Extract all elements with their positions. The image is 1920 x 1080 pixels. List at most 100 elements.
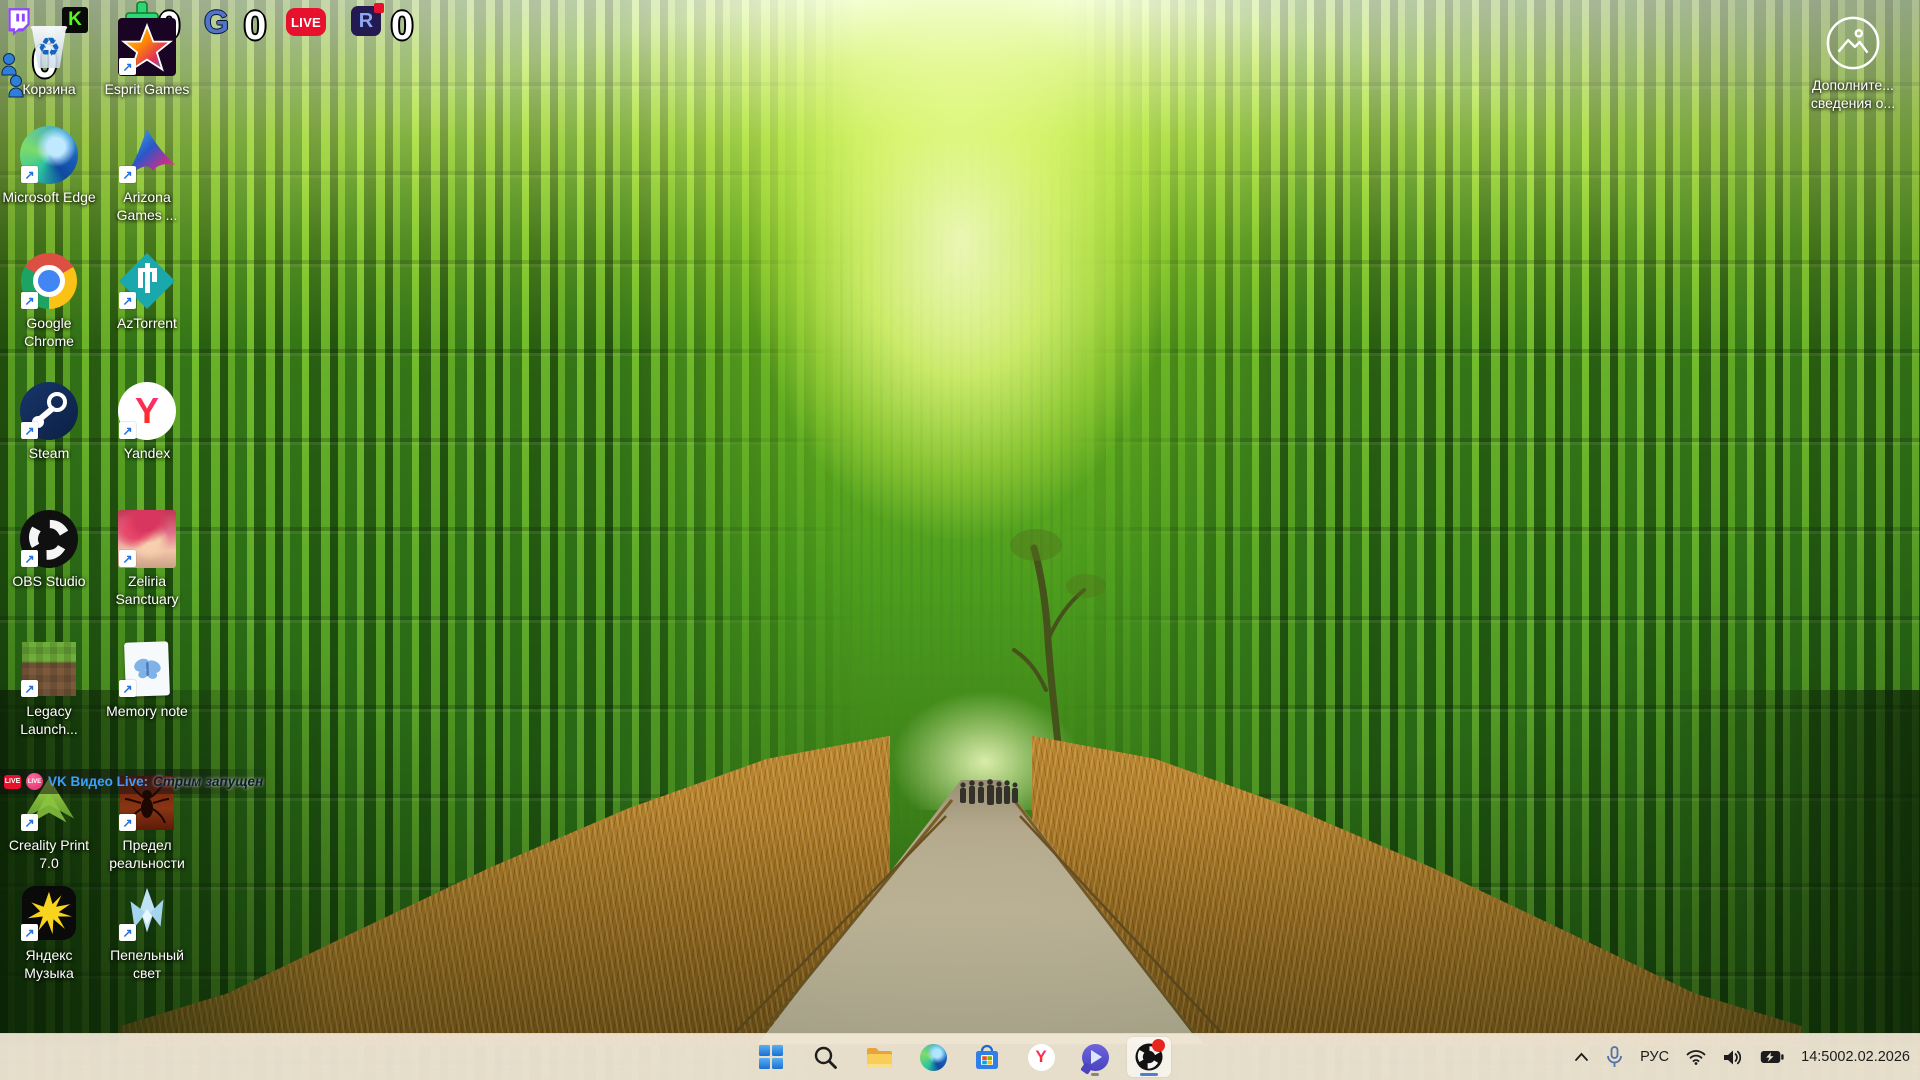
search-button[interactable]	[803, 1037, 847, 1077]
running-indicator	[1091, 1073, 1099, 1076]
shortcut-arrow-icon	[21, 550, 38, 567]
desktop-icon-arizona-games[interactable]: Arizona Games ...	[99, 124, 195, 224]
icon-label: AzTorrent	[117, 315, 177, 331]
icon-label: Zeliria Sanctuary	[115, 573, 179, 608]
shortcut-arrow-icon	[119, 166, 136, 183]
shortcut-arrow-icon	[119, 58, 136, 75]
desktop-icon-esprit-games[interactable]: Esprit Games	[99, 16, 195, 98]
desktop-icon-legacy-launcher[interactable]: Legacy Launch...	[1, 638, 97, 738]
icon-label: OBS Studio	[12, 573, 86, 589]
icon-label: Microsoft Edge	[2, 189, 96, 205]
desktop-icon-aztorrent[interactable]: AzTorrent	[99, 250, 195, 332]
yandex-music-starburst-icon	[18, 882, 80, 944]
icon-label: Arizona Games ...	[116, 189, 178, 224]
yandex-icon	[116, 380, 178, 442]
notification-badge-dot	[1152, 1039, 1165, 1052]
obs-studio-button[interactable]	[1127, 1037, 1171, 1077]
icon-label: Steam	[28, 445, 70, 461]
file-explorer-button[interactable]	[857, 1037, 901, 1077]
arizona-games-icon	[116, 124, 178, 186]
chat-play-bubble-icon	[1081, 1043, 1109, 1071]
live-badge-square: LIVE	[4, 774, 21, 789]
stream-notification-banner[interactable]: LIVE LIVE VK Видео Live: Стрим запущен	[0, 769, 274, 794]
vignette	[0, 0, 1920, 1080]
esprit-games-icon	[116, 16, 178, 78]
desktop-icon-yandex[interactable]: Yandex	[99, 380, 195, 462]
icon-label: Корзина	[22, 81, 76, 97]
battery-icon[interactable]	[1760, 1050, 1784, 1064]
shortcut-arrow-icon	[21, 166, 38, 183]
desktop-icon-microsoft-edge[interactable]: Microsoft Edge	[1, 124, 97, 206]
shortcut-arrow-icon	[119, 814, 136, 831]
notification-message: Стрим запущен	[153, 774, 264, 789]
volume-icon[interactable]	[1723, 1049, 1743, 1066]
yandex-browser-button[interactable]	[1019, 1037, 1063, 1077]
shortcut-arrow-icon	[21, 924, 38, 941]
taskbar: РУС 14:50 02.02.2026	[0, 1033, 1920, 1080]
note-butterfly-icon	[116, 638, 178, 700]
icon-label-line2: сведения о...	[1810, 95, 1896, 112]
shortcut-arrow-icon	[119, 680, 136, 697]
taskbar-center-group	[749, 1034, 1171, 1080]
vk-play-button[interactable]	[1073, 1037, 1117, 1077]
notification-source: VK Видео Live:	[48, 774, 149, 789]
icon-label-line1: Дополните...	[1812, 77, 1894, 93]
taskbar-tray: РУС 14:50 02.02.2026	[1574, 1034, 1910, 1080]
microsoft-store-button[interactable]	[965, 1037, 1009, 1077]
language-indicator[interactable]: РУС	[1640, 1049, 1669, 1065]
icon-label: Legacy Launch...	[20, 703, 78, 738]
edge-button[interactable]	[911, 1037, 955, 1077]
obs-icon	[18, 508, 80, 570]
photo-placeholder-icon	[1822, 12, 1884, 74]
shortcut-arrow-icon	[119, 924, 136, 941]
aztorrent-icon	[116, 250, 178, 312]
wifi-icon[interactable]	[1686, 1049, 1706, 1065]
yandex-icon	[1027, 1043, 1055, 1071]
shortcut-arrow-icon	[21, 680, 38, 697]
minecraft-block-icon	[18, 638, 80, 700]
search-icon	[814, 1046, 837, 1069]
start-button[interactable]	[749, 1037, 793, 1077]
shortcut-arrow-icon	[119, 292, 136, 309]
tray-chevron-up-icon[interactable]	[1574, 1052, 1589, 1062]
icon-label: Пепельный свет	[110, 947, 184, 982]
crystal-fairy-icon	[116, 882, 178, 944]
icon-label: Memory note	[106, 703, 188, 719]
shortcut-arrow-icon	[119, 422, 136, 439]
zeliria-thumbnail-icon	[116, 508, 178, 570]
desktop: K 0 0 G 0 LIVE R 0 Корзина Esprit Games …	[0, 0, 1920, 1080]
desktop-icon-zeliria-sanctuary[interactable]: Zeliria Sanctuary	[99, 508, 195, 608]
folder-icon	[866, 1047, 892, 1068]
edge-icon	[919, 1043, 947, 1071]
desktop-icon-google-chrome[interactable]: Google Chrome	[1, 250, 97, 350]
icon-label: Creality Print 7.0	[8, 837, 90, 872]
shortcut-arrow-icon	[21, 292, 38, 309]
desktop-icon-pepelny-svet[interactable]: Пепельный свет	[99, 882, 195, 982]
edge-icon	[18, 124, 80, 186]
icon-label: Яндекс Музыка	[24, 947, 74, 982]
recycle-bin-icon	[18, 16, 80, 78]
desktop-icon-memory-note[interactable]: Memory note	[99, 638, 195, 720]
shortcut-arrow-icon	[21, 422, 38, 439]
clock-time: 14:50	[1801, 1048, 1838, 1065]
icon-label: Esprit Games	[104, 81, 190, 97]
icon-label: Дополните... сведения о...	[1805, 76, 1901, 112]
icon-label: Предел реальности	[109, 837, 185, 872]
microphone-icon[interactable]	[1606, 1046, 1623, 1068]
desktop-icon-obs-studio[interactable]: OBS Studio	[1, 508, 97, 590]
clock[interactable]: 14:50 02.02.2026	[1801, 1048, 1910, 1067]
clock-date: 02.02.2026	[1837, 1048, 1910, 1065]
shortcut-arrow-icon	[119, 550, 136, 567]
live-badge-round: LIVE	[26, 773, 43, 790]
desktop-icon-yandex-music[interactable]: Яндекс Музыка	[1, 882, 97, 982]
chrome-icon	[18, 250, 80, 312]
steam-icon	[18, 380, 80, 442]
desktop-icon-recycle-bin[interactable]: Корзина	[1, 16, 97, 98]
store-icon	[976, 1044, 998, 1069]
desktop-icon-steam[interactable]: Steam	[1, 380, 97, 462]
desktop-icon-additional-info[interactable]: Дополните... сведения о...	[1805, 12, 1901, 112]
active-indicator	[1140, 1073, 1158, 1076]
icon-label: Yandex	[123, 445, 171, 461]
shortcut-arrow-icon	[21, 814, 38, 831]
icon-label: Google Chrome	[24, 315, 74, 350]
